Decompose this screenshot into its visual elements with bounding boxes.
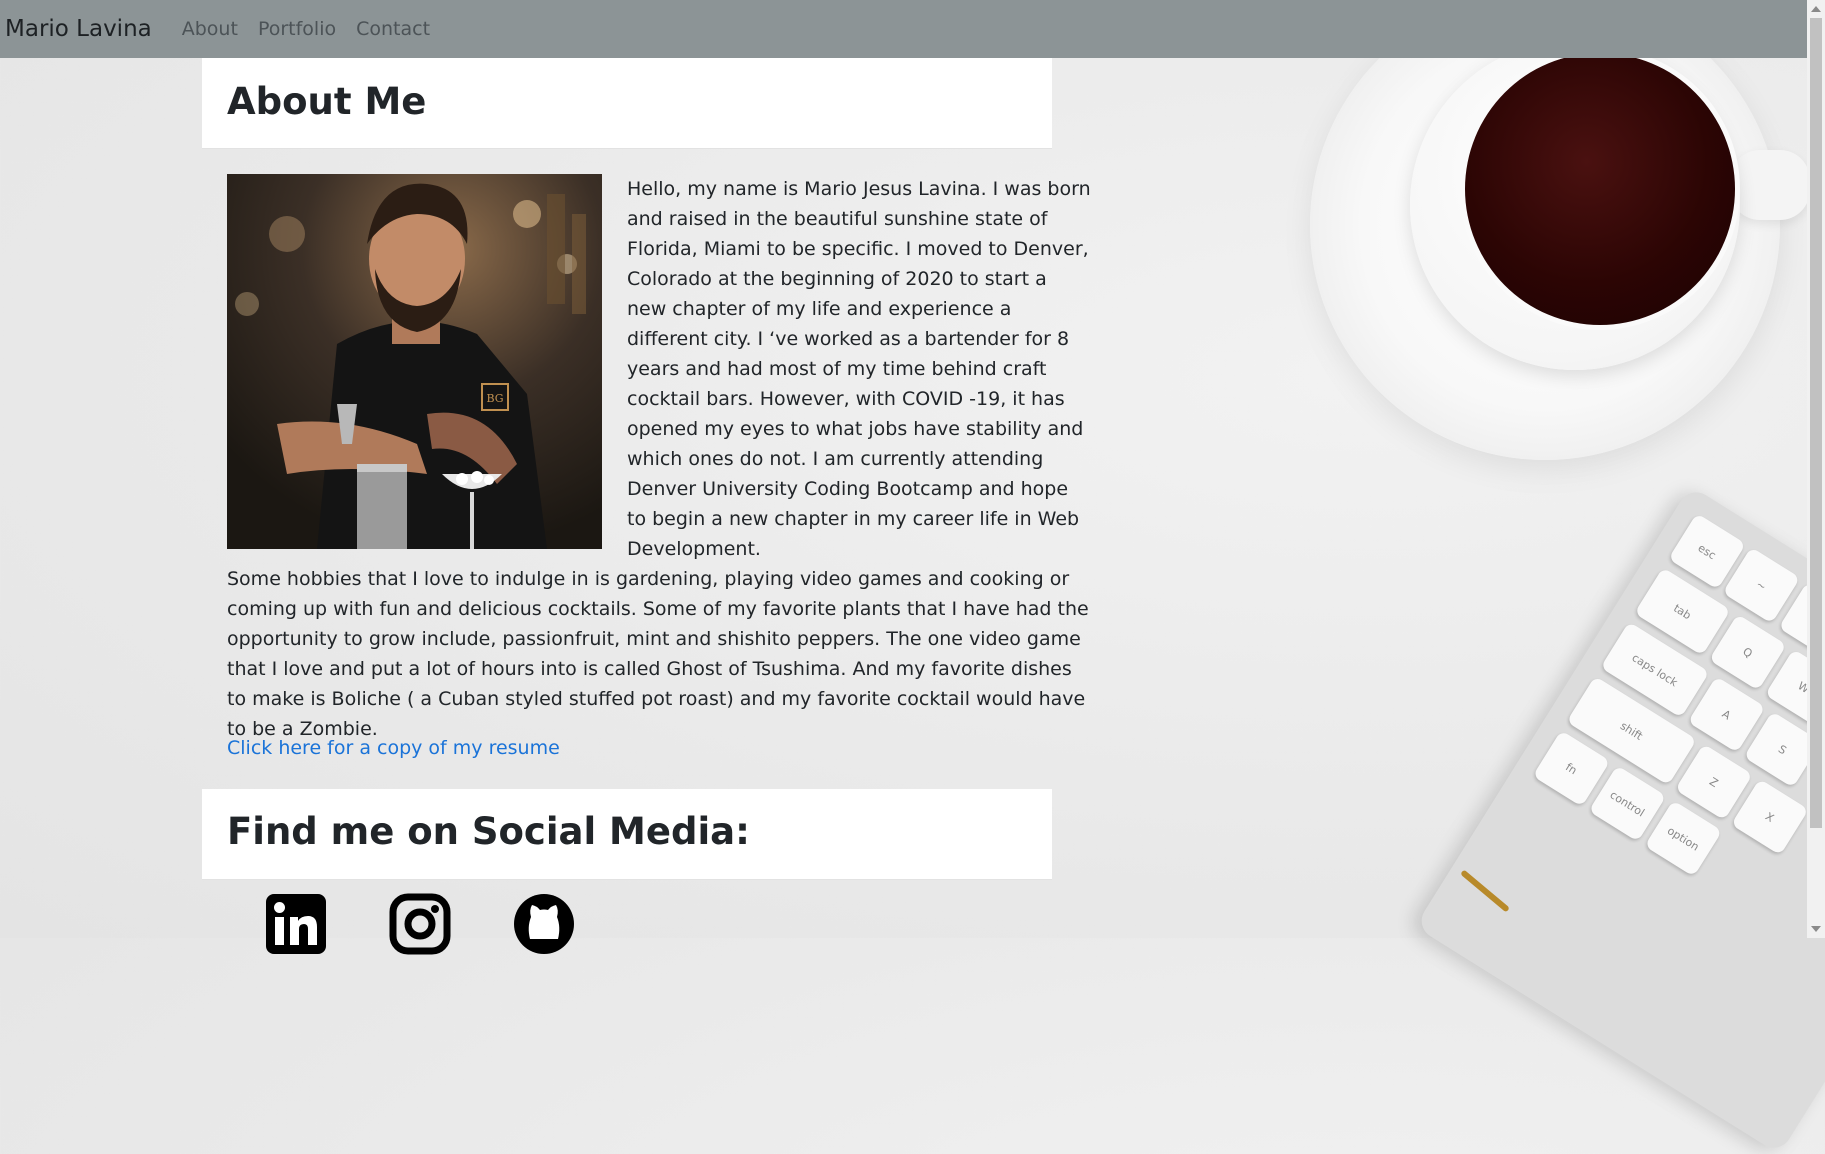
nav-link-about[interactable]: About: [182, 18, 238, 40]
resume-link[interactable]: Click here for a copy of my resume: [227, 737, 560, 759]
page-scrollbar[interactable]: [1807, 0, 1825, 938]
about-heading: About Me: [227, 80, 427, 123]
social-heading-box: Find me on Social Media:: [202, 789, 1052, 880]
hobbies-paragraph: Some hobbies that I love to indulge in i…: [227, 568, 1089, 740]
instagram-icon[interactable]: [389, 893, 451, 955]
photo-badge-text: BG: [486, 392, 503, 405]
linkedin-icon[interactable]: [265, 893, 327, 955]
social-heading: Find me on Social Media:: [227, 810, 750, 853]
nav-link-portfolio[interactable]: Portfolio: [258, 18, 336, 40]
brand-link[interactable]: Mario Lavina: [5, 16, 152, 42]
navbar: Mario Lavina About Portfolio Contact: [0, 0, 1807, 58]
scroll-thumb[interactable]: [1810, 18, 1822, 828]
scroll-up-arrow-icon[interactable]: [1811, 6, 1821, 12]
nav-link-contact[interactable]: Contact: [356, 18, 430, 40]
github-icon[interactable]: [513, 893, 575, 955]
bio-paragraph: Hello, my name is Mario Jesus Lavina. I …: [627, 178, 1091, 560]
coffee-decoration: [1460, 48, 1740, 330]
profile-photo: BG: [227, 174, 602, 549]
cup-handle-decoration: [1730, 150, 1810, 220]
keyboard-decoration: esc tab caps lock shift fn control optio…: [1414, 485, 1825, 1154]
about-heading-box: About Me: [202, 58, 1052, 149]
scroll-down-arrow-icon[interactable]: [1811, 926, 1821, 932]
